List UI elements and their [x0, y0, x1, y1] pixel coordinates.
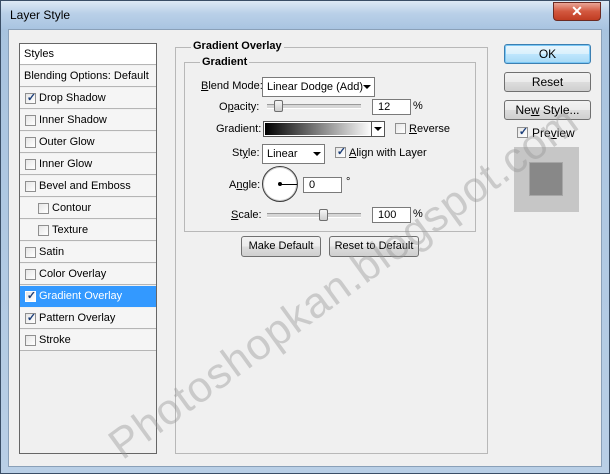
sidebar-item-blending-options-default[interactable]: Blending Options: Default [20, 66, 156, 87]
sidebar-item-label: Outer Glow [39, 136, 95, 148]
opacity-value: 12 [378, 101, 391, 113]
style-preview-swatch [530, 163, 562, 195]
angle-dial-center [278, 182, 282, 186]
styles-list: Styles Blending Options: Default ✓ Drop Sh… [19, 43, 157, 454]
opacity-slider-thumb[interactable] [274, 100, 284, 112]
chevron-down-icon [313, 152, 321, 156]
sidebar-item-inner-glow[interactable]: Inner Glow [20, 154, 156, 175]
checkmark-icon: ✓ [26, 312, 37, 324]
sidebar-item-checkbox[interactable] [25, 335, 36, 346]
sidebar-item-label: Inner Glow [39, 158, 93, 170]
sidebar-item-checkbox[interactable] [25, 181, 36, 192]
sidebar-item-label: Drop Shadow [39, 92, 106, 104]
sidebar-item-checkbox[interactable] [25, 115, 36, 126]
gradient-label: Gradient: [216, 123, 262, 135]
sidebar-item-checkbox[interactable]: ✓ [25, 290, 37, 302]
reset-button[interactable]: Reset [504, 72, 591, 92]
gradient-picker[interactable] [263, 121, 385, 137]
sidebar-item-color-overlay[interactable]: Color Overlay [20, 264, 156, 285]
sidebar-item-label: Inner Shadow [39, 114, 107, 126]
angle-dial-hand [280, 184, 297, 185]
scale-unit: % [413, 208, 423, 220]
reverse-checkbox[interactable] [395, 123, 406, 134]
checkmark-icon: ✓ [518, 126, 529, 138]
scale-value: 100 [378, 209, 397, 221]
align-with-layer-checkbox[interactable]: ✓ [335, 146, 347, 158]
align-with-layer-label: Align with Layer [349, 147, 427, 159]
sidebar-item-label: Pattern Overlay [39, 312, 116, 324]
angle-label: Angle: [229, 179, 261, 191]
opacity-label: Opacity: [219, 101, 260, 113]
new-style-button[interactable]: New Style... [504, 100, 591, 120]
sidebar-item-label: Satin [39, 246, 65, 258]
styles-header-label: Styles [24, 48, 54, 60]
angle-dial[interactable] [262, 166, 298, 202]
sidebar-item-gradient-overlay[interactable]: ✓ Gradient Overlay [20, 286, 156, 307]
sidebar-item-checkbox[interactable] [38, 225, 49, 236]
sidebar-item-drop-shadow[interactable]: ✓ Drop Shadow [20, 88, 156, 109]
reset-to-default-button[interactable]: Reset to Default [329, 236, 419, 257]
chevron-down-icon [374, 127, 382, 131]
ok-button[interactable]: OK [504, 44, 591, 64]
reverse-label: Reverse [409, 123, 450, 135]
preview-label: Preview [532, 126, 575, 140]
sidebar-item-label: Color Overlay [39, 268, 107, 280]
sidebar-item-texture[interactable]: Texture [20, 220, 156, 241]
style-label: Style: [232, 147, 260, 159]
sidebar-item-pattern-overlay[interactable]: ✓ Pattern Overlay [20, 308, 156, 329]
close-icon: ✕ [571, 3, 583, 19]
angle-value: 0 [309, 179, 316, 191]
style-preview [514, 147, 579, 212]
sidebar-item-stroke[interactable]: Stroke [20, 330, 156, 351]
style-value: Linear [267, 148, 298, 160]
angle-input[interactable]: 0 [303, 177, 342, 193]
sidebar-item-checkbox[interactable] [25, 269, 36, 280]
sidebar-item-checkbox[interactable]: ✓ [25, 92, 37, 104]
sidebar-item-checkbox[interactable] [38, 203, 49, 214]
title-bar[interactable]: Layer Style ✕ [1, 1, 609, 29]
sidebar-item-satin[interactable]: Satin [20, 242, 156, 263]
checkmark-icon: ✓ [26, 92, 37, 104]
close-button[interactable]: ✕ [553, 2, 601, 21]
window-title: Layer Style [10, 8, 71, 22]
sidebar-item-inner-shadow[interactable]: Inner Shadow [20, 110, 156, 131]
sidebar-item-contour[interactable]: Contour [20, 198, 156, 219]
sidebar-item-checkbox[interactable] [25, 247, 36, 258]
styles-header[interactable]: Styles [20, 44, 156, 65]
scale-label: Scale: [231, 209, 262, 221]
sidebar-item-label: Blending Options: Default [24, 70, 149, 82]
gradient-dropdown-button[interactable] [371, 122, 384, 136]
sidebar-item-bevel-and-emboss[interactable]: Bevel and Emboss [20, 176, 156, 197]
checkmark-icon: ✓ [336, 146, 347, 158]
make-default-button[interactable]: Make Default [241, 236, 321, 257]
sidebar-item-outer-glow[interactable]: Outer Glow [20, 132, 156, 153]
checkmark-icon: ✓ [26, 290, 37, 302]
preview-checkbox[interactable]: ✓ [517, 126, 529, 138]
blend-mode-select[interactable]: Linear Dodge (Add) [262, 77, 375, 97]
scale-input[interactable]: 100 [372, 207, 411, 223]
opacity-unit: % [413, 100, 423, 112]
section-title: Gradient Overlay [191, 40, 284, 52]
sidebar-item-checkbox[interactable]: ✓ [25, 312, 37, 324]
sidebar-item-label: Bevel and Emboss [39, 180, 131, 192]
sidebar-item-checkbox[interactable] [25, 159, 36, 170]
style-select[interactable]: Linear [262, 144, 325, 164]
sidebar-item-checkbox[interactable] [25, 137, 36, 148]
opacity-input[interactable]: 12 [372, 99, 411, 115]
group-title: Gradient [200, 56, 250, 68]
angle-unit: ° [346, 176, 351, 188]
blend-mode-value: Linear Dodge (Add) [267, 81, 364, 93]
sidebar-item-label: Texture [52, 224, 89, 236]
scale-slider[interactable] [267, 213, 361, 218]
gradient-swatch[interactable] [265, 123, 372, 135]
scale-slider-thumb[interactable] [319, 209, 329, 221]
blend-mode-label: Blend Mode: [201, 80, 263, 92]
sidebar-item-label: Stroke [39, 334, 71, 346]
sidebar-item-label: Gradient Overlay [39, 290, 123, 302]
sidebar-item-label: Contour [52, 202, 92, 214]
chevron-down-icon [363, 85, 371, 89]
